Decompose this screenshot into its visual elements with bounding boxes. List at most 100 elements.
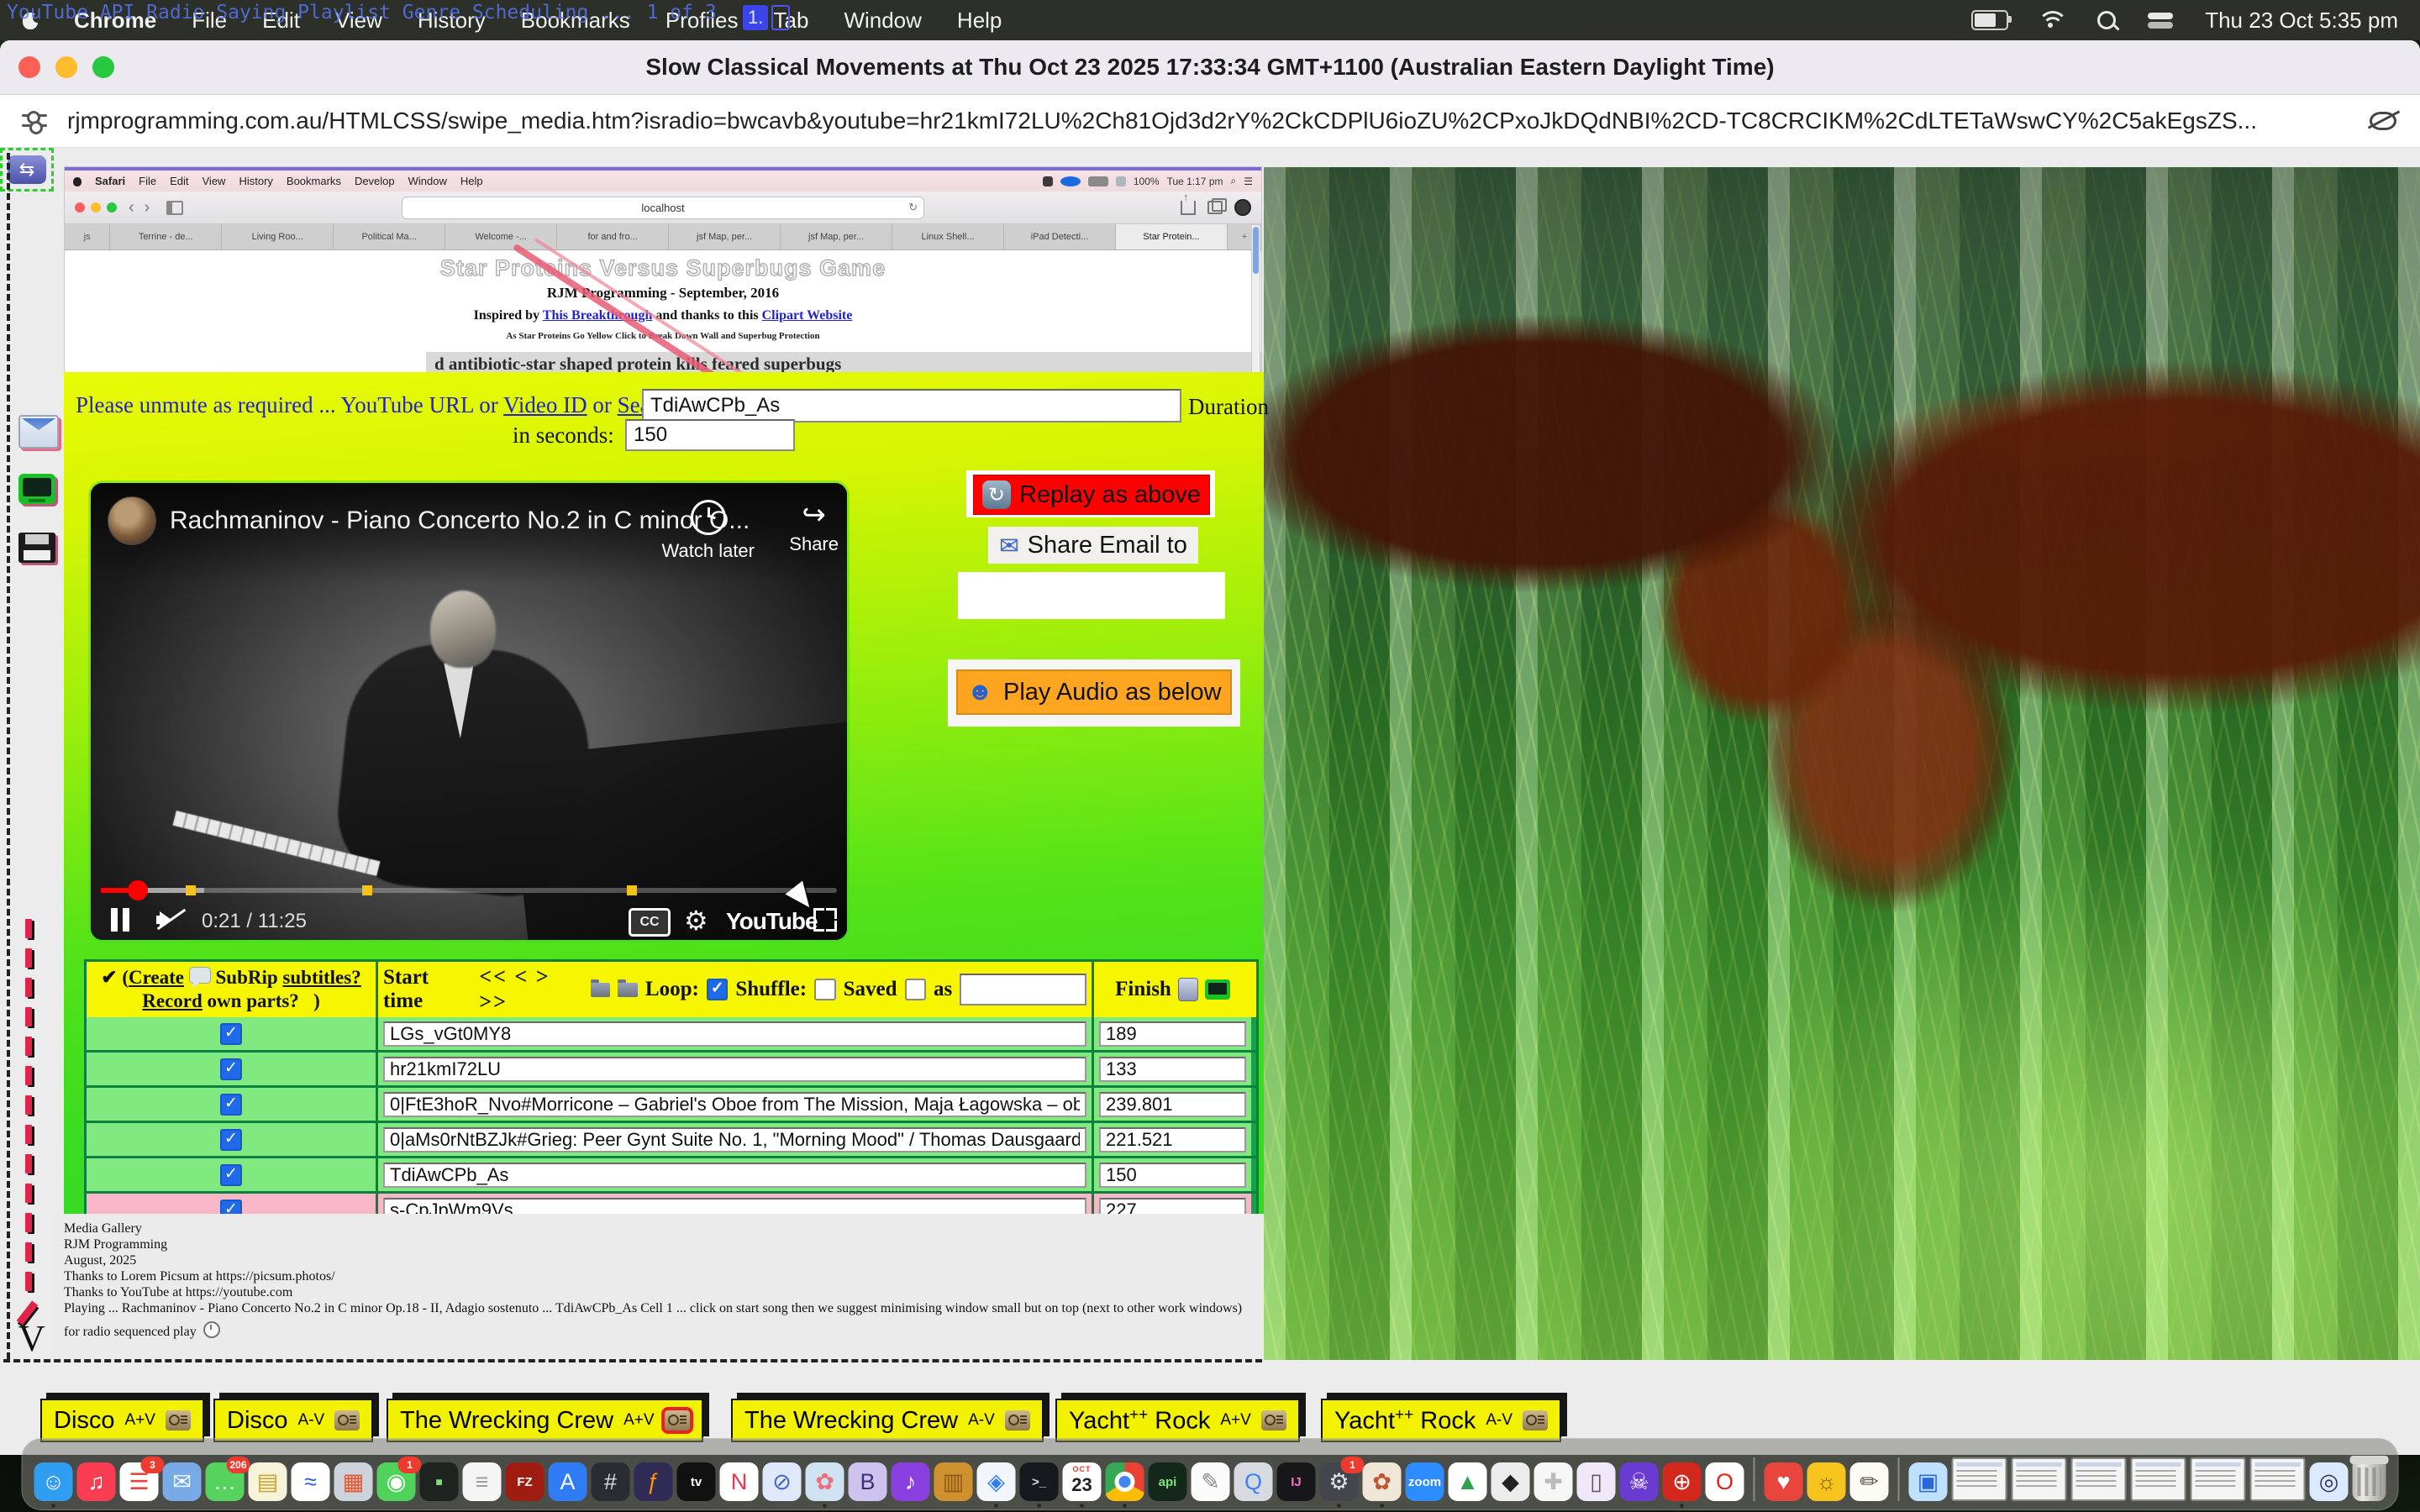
song-checkbox[interactable] xyxy=(220,1164,242,1186)
dock-icon-compass-red[interactable]: ⊕ xyxy=(1663,1462,1702,1501)
genre-button-the-wrecking-crew-a+v[interactable]: The Wrecking CrewA+V xyxy=(387,1399,703,1442)
song-id-input[interactable] xyxy=(383,1127,1086,1152)
dock-icon-app-store[interactable]: A xyxy=(549,1462,587,1501)
minimized-window-thumbnail[interactable] xyxy=(2191,1457,2246,1501)
floppy-doc-icon[interactable] xyxy=(18,533,55,563)
dock-icon-cards[interactable]: ♥ xyxy=(1765,1462,1803,1501)
menubar-item-window[interactable]: Window xyxy=(844,8,921,34)
dock-icon-music[interactable]: ♫ xyxy=(77,1462,116,1501)
dock-icon-terminal[interactable]: >_ xyxy=(1020,1462,1059,1501)
share-email-button[interactable]: ✉ Share Email to xyxy=(988,527,1198,564)
youtube-player[interactable]: Rachmaninov - Piano Concerto No.2 in C m… xyxy=(91,483,847,940)
minimized-window-thumbnail[interactable] xyxy=(2071,1457,2127,1501)
dock-icon-lightbulb[interactable]: ☼ xyxy=(1807,1462,1846,1501)
video-id-link[interactable]: Video ID xyxy=(503,392,587,417)
dock-icon-reminders[interactable]: ☰3 xyxy=(120,1462,159,1501)
watch-later-button[interactable]: Watch later xyxy=(662,500,755,562)
dock-icon-facetime[interactable]: ◉1 xyxy=(377,1462,416,1501)
saved-checkbox[interactable] xyxy=(905,979,927,1000)
dock-icon-bbedit[interactable]: B xyxy=(849,1462,887,1501)
mini-tab[interactable]: Living Roo... xyxy=(222,224,334,249)
mini-tab[interactable]: Terrine - de... xyxy=(110,224,222,249)
song-id-input[interactable] xyxy=(383,1021,1086,1047)
dock-icon-news[interactable]: N xyxy=(720,1462,759,1501)
finish-seconds-input[interactable] xyxy=(1099,1021,1246,1047)
song-checkbox[interactable] xyxy=(220,1023,242,1045)
dock-icon-finder[interactable]: ☺ xyxy=(34,1462,73,1501)
dock-icon-intellij[interactable]: IJ xyxy=(1277,1462,1316,1501)
spotlight-search-icon[interactable] xyxy=(2097,11,2116,29)
genre-button-disco-a+v[interactable]: DiscoA+V xyxy=(40,1399,204,1442)
channel-avatar[interactable] xyxy=(108,496,156,545)
minimized-window-thumbnail[interactable] xyxy=(2250,1457,2306,1501)
progress-scrubber[interactable] xyxy=(128,880,148,900)
control-center-icon[interactable] xyxy=(2148,12,2173,29)
folder-icon[interactable] xyxy=(618,983,637,997)
dock-icon-apple-tv[interactable]: tv xyxy=(677,1462,716,1501)
genre-button-yacht-a+v[interactable]: Yacht++ RockA+V xyxy=(1055,1399,1300,1442)
mini-tab[interactable]: jsf Map, per... xyxy=(669,224,781,249)
minimized-window-thumbnail[interactable] xyxy=(2131,1457,2186,1501)
dock-icon-quicktime[interactable]: Q xyxy=(1234,1462,1273,1501)
dock-icon-wave[interactable]: ≈ xyxy=(292,1462,330,1501)
song-checkbox[interactable] xyxy=(220,1094,242,1116)
dock-icon-filezilla[interactable]: FZ xyxy=(506,1462,544,1501)
share-button[interactable]: ↪ Share xyxy=(789,500,839,555)
replay-button[interactable]: ↻ Replay as above xyxy=(973,475,1210,515)
minimized-window-thumbnail[interactable] xyxy=(1952,1457,2007,1501)
dock-icon-terminal-box[interactable]: ▪ xyxy=(420,1462,459,1501)
dock-icon-maps[interactable]: ▲ xyxy=(1449,1462,1487,1501)
record-link[interactable]: Record xyxy=(142,990,203,1011)
dock-icon-textedit[interactable]: ≡ xyxy=(463,1462,502,1501)
dock-icon-block[interactable]: ⊘ xyxy=(763,1462,802,1501)
dock-icon-keypad[interactable]: # xyxy=(592,1462,630,1501)
url-bar[interactable]: rjmprogramming.com.au/HTMLCSS/swipe_medi… xyxy=(0,95,2420,148)
finish-seconds-input[interactable] xyxy=(1099,1057,1246,1082)
loop-checkbox[interactable] xyxy=(707,979,729,1000)
song-checkbox[interactable] xyxy=(220,1129,242,1151)
dock-icon-opera[interactable]: O xyxy=(1706,1462,1744,1501)
song-id-input[interactable] xyxy=(383,1092,1086,1117)
saved-as-input[interactable] xyxy=(960,974,1086,1005)
battery-icon[interactable] xyxy=(1971,10,2008,30)
pause-button[interactable] xyxy=(109,908,131,932)
dock-icon-terminal-green[interactable]: api xyxy=(1149,1462,1187,1501)
song-id-input[interactable] xyxy=(383,1057,1086,1082)
dock-icon-system-settings[interactable]: ⚙1 xyxy=(1320,1462,1359,1501)
eye-off-icon[interactable] xyxy=(2368,110,2398,132)
dock-icon-device[interactable]: ▯ xyxy=(1577,1462,1616,1501)
mini-tab[interactable]: Linux Shell... xyxy=(892,224,1004,249)
seek-controls[interactable]: << < > >> xyxy=(479,964,583,1015)
mini-tab[interactable]: iPad Detecti... xyxy=(1004,224,1116,249)
site-settings-icon[interactable] xyxy=(22,110,47,132)
monitor-doc-icon[interactable] xyxy=(18,474,55,504)
menubar-item-help[interactable]: Help xyxy=(957,8,1002,34)
settings-gear-icon[interactable]: ⚙ xyxy=(684,905,708,937)
subtitles-link[interactable]: subtitles? xyxy=(282,967,360,988)
dock-icon-calendar[interactable]: 23OCT xyxy=(1063,1462,1102,1501)
mini-tab[interactable]: Welcome -... xyxy=(445,224,557,249)
genre-button-yacht-a-v[interactable]: Yacht++ RockA-V xyxy=(1321,1399,1561,1442)
genre-button-the-wrecking-crew-a-v[interactable]: The Wrecking CrewA-V xyxy=(731,1399,1044,1442)
finish-seconds-input[interactable] xyxy=(1099,1092,1246,1117)
dock-icon-folder-app[interactable]: ▥ xyxy=(934,1462,973,1501)
dock-icon-white-app[interactable]: ✚ xyxy=(1534,1462,1573,1501)
captions-button[interactable]: CC xyxy=(629,908,671,937)
dock-icon-skull[interactable]: ☠ xyxy=(1620,1462,1659,1501)
email-address-box[interactable] xyxy=(958,572,1225,619)
progress-bar[interactable] xyxy=(101,888,837,893)
dock-icon-podcasts[interactable]: ♪ xyxy=(892,1462,930,1501)
mini-tab[interactable]: Political Ma... xyxy=(334,224,445,249)
dock-icon-pages[interactable]: ✎ xyxy=(1192,1462,1230,1501)
dock-icon-paint[interactable]: ✿ xyxy=(1363,1462,1402,1501)
dock-icon-zoom[interactable]: zoom xyxy=(1406,1462,1444,1501)
dock-icon-box-blue[interactable]: ▣ xyxy=(1909,1462,1948,1501)
muted-volume-button[interactable] xyxy=(156,910,185,930)
shuffle-checkbox[interactable] xyxy=(814,979,836,1000)
mini-tab[interactable]: for and fro... xyxy=(557,224,669,249)
url-text[interactable]: rjmprogramming.com.au/HTMLCSS/swipe_medi… xyxy=(67,108,2257,134)
dock-icon-firefox[interactable]: ƒ xyxy=(634,1462,673,1501)
dock-icon-launchpad[interactable]: ▦ xyxy=(334,1462,373,1501)
dock-icon-sketch[interactable]: ✏ xyxy=(1850,1462,1889,1501)
create-link[interactable]: Create xyxy=(129,967,184,988)
